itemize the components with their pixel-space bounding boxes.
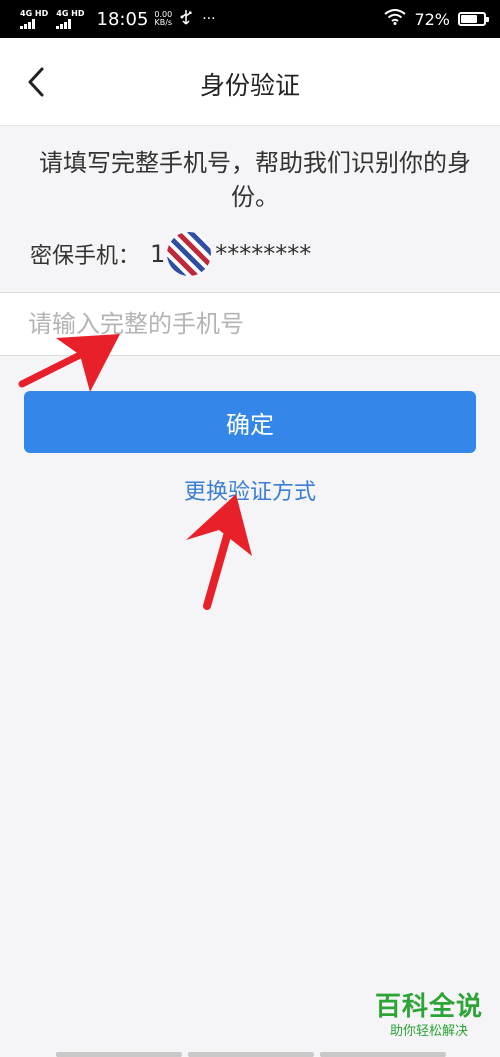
phone-input-row [0, 292, 500, 356]
verification-prompt: 请填写完整手机号，帮助我们识别你的身份。 [39, 149, 471, 211]
arrow-to-switch-link-icon [186, 494, 252, 610]
bottom-nav-indicator [56, 1052, 446, 1057]
wifi-icon [384, 9, 407, 29]
confirm-button[interactable]: 确定 [24, 391, 476, 453]
page-title: 身份验证 [199, 71, 300, 100]
network-speed-unit: KB/s [154, 18, 173, 27]
battery-percent: 72% [414, 9, 450, 29]
nav-header: 身份验证 [0, 38, 500, 126]
signal-bars-icon [56, 18, 72, 29]
watermark-subtitle: 助你轻松解决 [389, 1024, 468, 1039]
switch-verification-method-link[interactable]: 更换验证方式 [0, 474, 500, 506]
security-phone-row: 密保手机： 1 ******** [30, 232, 311, 276]
network-label-1: 4G HD [20, 8, 49, 18]
status-time: 18:05 [96, 8, 149, 30]
network-label-2: 4G HD [56, 8, 85, 18]
phone-number-input[interactable] [0, 293, 500, 355]
more-dots-icon: ··· [202, 11, 216, 27]
network-signal-2: 4G HD [56, 8, 85, 29]
battery-icon [458, 12, 489, 26]
status-right: 72% [384, 9, 489, 29]
redaction-mark [167, 232, 212, 276]
network-signal-1: 4G HD [20, 8, 49, 29]
signal-bars-icon [20, 18, 35, 29]
phone-prefix: 1 [150, 240, 166, 268]
watermark: 百科全说 助你轻松解决 [370, 990, 488, 1040]
battery-fill [461, 15, 477, 23]
status-bar: 4G HD 4G HD 18:05 0.00 KB/s ··· 72% [0, 0, 500, 38]
phone-mask: ******** [215, 240, 312, 268]
security-phone-label: 密保手机： [30, 244, 141, 269]
network-speed: 0.00 KB/s [154, 10, 173, 28]
usb-icon [180, 9, 192, 29]
watermark-title: 百科全说 [374, 992, 483, 1022]
security-phone-value: 1 ******** [150, 232, 311, 276]
